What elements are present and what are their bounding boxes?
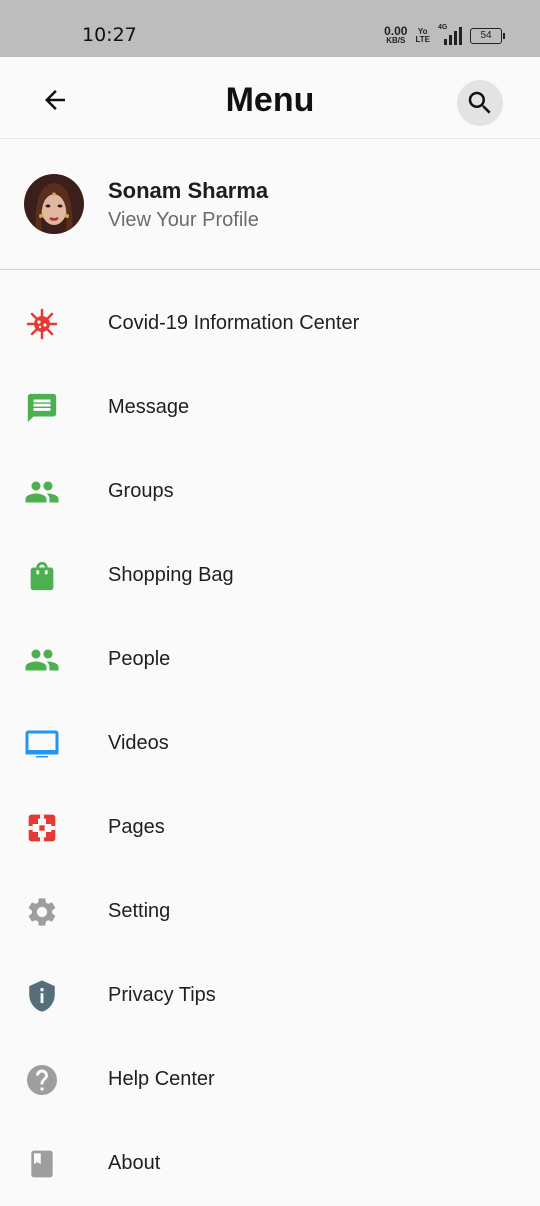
menu-item-label: Privacy Tips <box>108 984 216 1006</box>
app-bar: Menu <box>0 57 540 139</box>
shopping-bag-icon <box>24 558 60 594</box>
help-icon <box>24 1062 60 1098</box>
menu-item-label: People <box>108 648 171 670</box>
menu-item-message[interactable]: Message <box>0 366 540 450</box>
battery-icon: 54 <box>470 28 505 44</box>
profile-name: Sonam Sharma <box>108 178 269 203</box>
tv-icon <box>24 726 60 762</box>
search-icon <box>468 91 491 114</box>
volte-indicator: Yo LTE <box>415 28 430 44</box>
menu-item-setting[interactable]: Setting <box>0 870 540 954</box>
menu-list: Covid-19 Information Center Message Grou… <box>0 282 540 1206</box>
network-speed-unit: KB/S <box>386 36 406 45</box>
network-type: 4G <box>438 24 448 31</box>
menu-item-covid[interactable]: Covid-19 Information Center <box>0 282 540 366</box>
signal-icon: 4G <box>438 24 462 45</box>
profile-row[interactable]: Sonam Sharma View Your Profile <box>0 139 540 270</box>
menu-item-label: Groups <box>108 480 174 502</box>
network-speed: 0.00 KB/S <box>384 24 408 45</box>
message-icon <box>24 390 60 426</box>
shield-info-icon <box>24 978 60 1014</box>
menu-item-label: Covid-19 Information Center <box>108 312 360 334</box>
menu-item-videos[interactable]: Videos <box>0 702 540 786</box>
menu-item-label: About <box>108 1152 161 1174</box>
status-icons: 0.00 KB/S Yo LTE 4G 54 <box>384 24 505 48</box>
menu-item-about[interactable]: About <box>0 1122 540 1206</box>
search-button[interactable] <box>457 80 503 126</box>
menu-item-label: Pages <box>108 816 165 838</box>
groups-icon <box>24 474 60 510</box>
volte-bottom: LTE <box>415 35 430 44</box>
avatar[interactable] <box>24 174 84 234</box>
menu-item-groups[interactable]: Groups <box>0 450 540 534</box>
menu-item-help-center[interactable]: Help Center <box>0 1038 540 1122</box>
menu-item-privacy-tips[interactable]: Privacy Tips <box>0 954 540 1038</box>
menu-item-people[interactable]: People <box>0 618 540 702</box>
menu-item-label: Setting <box>108 900 171 922</box>
book-icon <box>24 1146 60 1182</box>
people-icon <box>24 642 60 678</box>
menu-item-label: Videos <box>108 732 169 754</box>
virus-icon <box>24 306 60 342</box>
flag-pages-icon <box>24 810 60 846</box>
menu-item-shopping-bag[interactable]: Shopping Bag <box>0 534 540 618</box>
view-profile-link[interactable]: View Your Profile <box>108 209 259 232</box>
network-speed-value: 0.00 <box>384 24 408 38</box>
menu-item-label: Help Center <box>108 1068 215 1090</box>
menu-item-label: Shopping Bag <box>108 564 234 586</box>
status-time: 10:27 <box>82 24 137 46</box>
menu-item-pages[interactable]: Pages <box>0 786 540 870</box>
gear-icon <box>24 894 60 930</box>
status-bar: 10:27 0.00 KB/S Yo LTE 4G 54 <box>0 0 540 57</box>
menu-item-label: Message <box>108 396 190 418</box>
